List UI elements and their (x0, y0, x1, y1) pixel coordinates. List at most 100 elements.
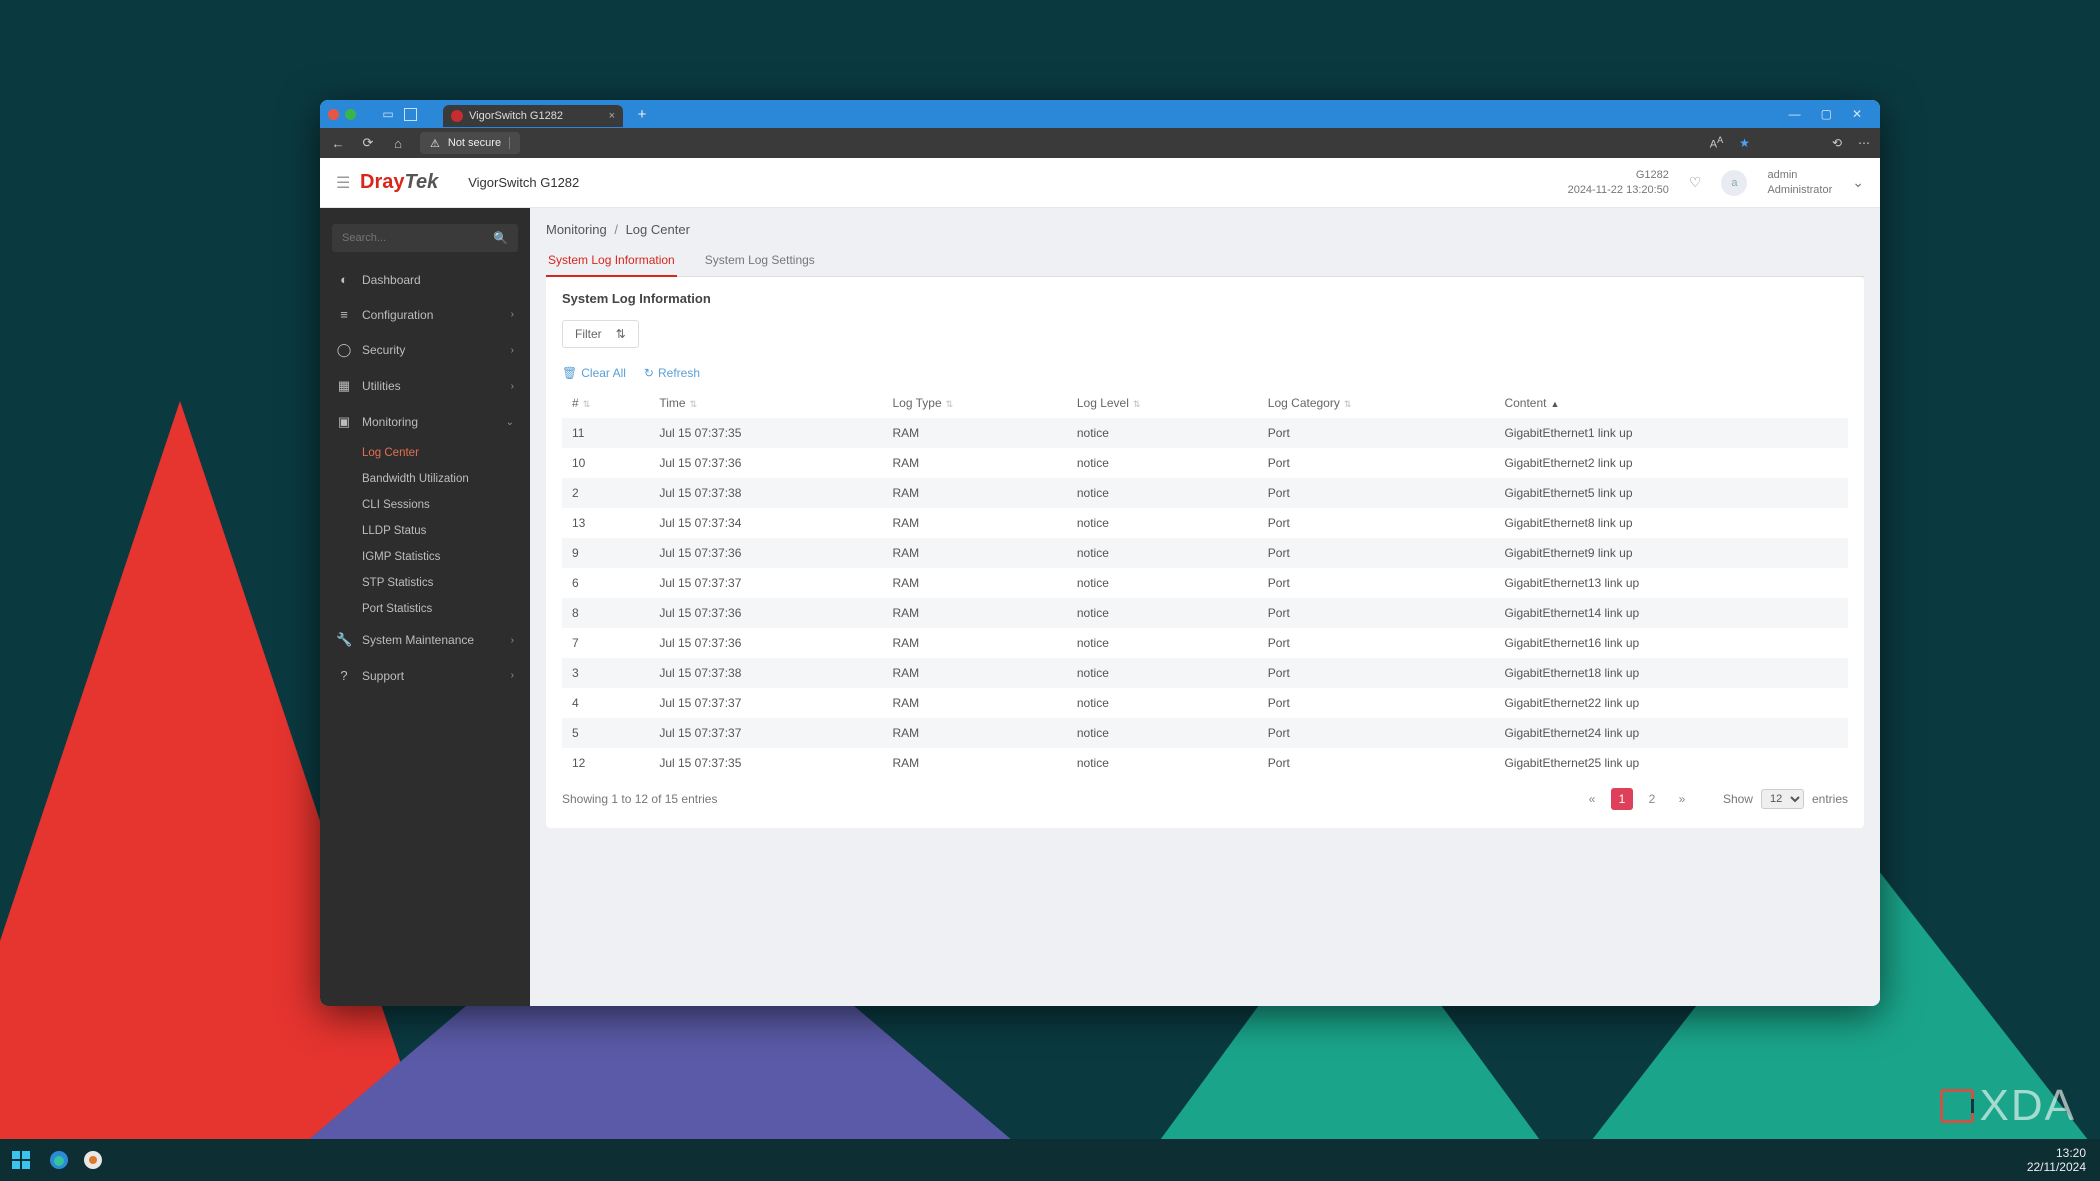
taskbar-edge-icon[interactable] (46, 1147, 72, 1173)
window-maximize-icon[interactable]: ▢ (1821, 107, 1832, 121)
col-num[interactable]: #⇅ (562, 388, 649, 418)
close-tab-icon[interactable]: × (609, 110, 615, 122)
table-row[interactable]: 11Jul 15 07:37:35RAMnoticePortGigabitEth… (562, 418, 1848, 448)
menu-toggle-icon[interactable]: ☰ (336, 173, 360, 193)
home-icon[interactable]: ⌂ (390, 136, 406, 151)
cell-time: Jul 15 07:37:38 (649, 478, 882, 508)
col-log-category[interactable]: Log Category⇅ (1258, 388, 1495, 418)
chevron-right-icon: › (511, 345, 514, 356)
sync-icon[interactable]: ⟲ (1832, 136, 1842, 150)
tab-overview-icon[interactable] (404, 108, 417, 121)
page-1[interactable]: 1 (1611, 788, 1633, 810)
crumb-monitoring[interactable]: Monitoring (546, 222, 607, 237)
table-row[interactable]: 13Jul 15 07:37:34RAMnoticePortGigabitEth… (562, 508, 1848, 538)
table-row[interactable]: 8Jul 15 07:37:36RAMnoticePortGigabitEthe… (562, 598, 1848, 628)
filter-button[interactable]: Filter ⇅ (562, 320, 639, 348)
breadcrumb: Monitoring / Log Center (546, 222, 1864, 237)
col-log-type[interactable]: Log Type⇅ (883, 388, 1067, 418)
favorite-icon[interactable]: ★ (1739, 136, 1750, 150)
text-size-icon[interactable]: AA (1710, 135, 1723, 151)
cell-cat: Port (1258, 418, 1495, 448)
sidebar-item-port[interactable]: Port Statistics (362, 596, 530, 622)
cell-content: GigabitEthernet16 link up (1494, 628, 1848, 658)
cell-type: RAM (883, 448, 1067, 478)
bell-icon[interactable]: ♡ (1689, 174, 1702, 191)
avatar[interactable]: a (1721, 170, 1747, 196)
sidebar-item-cli[interactable]: CLI Sessions (362, 492, 530, 518)
browser-tab[interactable]: VigorSwitch G1282 × (443, 105, 623, 127)
menu-icon[interactable]: ⋯ (1858, 136, 1870, 150)
cell-content: GigabitEthernet18 link up (1494, 658, 1848, 688)
app-header: ☰ DrayTek VigorSwitch G1282 G1282 2024-1… (320, 158, 1880, 208)
sidebar-item-support[interactable]: ? Support › (320, 658, 530, 693)
window-titlebar[interactable]: ▭ VigorSwitch G1282 × + — ▢ ✕ (320, 100, 1880, 128)
cell-cat: Port (1258, 598, 1495, 628)
table-row[interactable]: 2Jul 15 07:37:38RAMnoticePortGigabitEthe… (562, 478, 1848, 508)
sidebar-item-system-maintenance[interactable]: 🔧 System Maintenance › (320, 622, 530, 658)
page-next[interactable]: » (1671, 788, 1693, 810)
sidebar-item-lldp[interactable]: LLDP Status (362, 518, 530, 544)
taskbar-app-icon[interactable] (80, 1147, 106, 1173)
sidebar-item-bandwidth[interactable]: Bandwidth Utilization (362, 466, 530, 492)
search-icon[interactable]: 🔍 (493, 231, 508, 245)
tray-time: 13:20 (2027, 1146, 2086, 1160)
sidebar-item-security[interactable]: ◯ Security › (320, 332, 530, 368)
cell-content: GigabitEthernet8 link up (1494, 508, 1848, 538)
window-close-icon[interactable]: ✕ (1852, 107, 1862, 121)
refresh-link[interactable]: ↻Refresh (644, 366, 700, 380)
start-button[interactable] (8, 1147, 34, 1173)
page-prev[interactable]: « (1581, 788, 1603, 810)
filter-label: Filter (575, 327, 602, 341)
user-name: admin (1767, 168, 1832, 182)
table-row[interactable]: 4Jul 15 07:37:37RAMnoticePortGigabitEthe… (562, 688, 1848, 718)
cell-type: RAM (883, 478, 1067, 508)
sidebar-item-log-center[interactable]: Log Center (362, 440, 530, 466)
refresh-icon[interactable]: ⟳ (360, 135, 376, 151)
sidebar-item-monitoring[interactable]: ▣ Monitoring ⌄ (320, 404, 530, 440)
cell-type: RAM (883, 568, 1067, 598)
label: Clear All (581, 366, 626, 380)
search-input[interactable] (342, 232, 493, 244)
url-field[interactable]: ⚠ Not secure (420, 132, 520, 154)
cell-level: notice (1067, 718, 1258, 748)
sidebar-item-igmp[interactable]: IGMP Statistics (362, 544, 530, 570)
clear-all-link[interactable]: 🗑Clear All (562, 366, 626, 380)
table-row[interactable]: 12Jul 15 07:37:35RAMnoticePortGigabitEth… (562, 748, 1848, 778)
window-minimize-icon[interactable]: — (1789, 107, 1801, 121)
cell-n: 12 (562, 748, 649, 778)
table-row[interactable]: 7Jul 15 07:37:36RAMnoticePortGigabitEthe… (562, 628, 1848, 658)
col-log-level[interactable]: Log Level⇅ (1067, 388, 1258, 418)
tab-system-log-info[interactable]: System Log Information (546, 245, 677, 277)
new-tab-button[interactable]: + (629, 106, 655, 123)
cell-time: Jul 15 07:37:35 (649, 418, 882, 448)
cell-type: RAM (883, 418, 1067, 448)
table-row[interactable]: 5Jul 15 07:37:37RAMnoticePortGigabitEthe… (562, 718, 1848, 748)
sidebar-item-dashboard[interactable]: ◐ Dashboard (320, 262, 530, 297)
crumb-log-center: Log Center (626, 222, 690, 237)
page-2[interactable]: 2 (1641, 788, 1663, 810)
system-tray[interactable]: 13:20 22/11/2024 (2027, 1146, 2092, 1175)
table-row[interactable]: 6Jul 15 07:37:37RAMnoticePortGigabitEthe… (562, 568, 1848, 598)
chevron-right-icon: › (511, 635, 514, 646)
table-row[interactable]: 3Jul 15 07:37:38RAMnoticePortGigabitEthe… (562, 658, 1848, 688)
tab-actions-icon[interactable]: ▭ (378, 107, 398, 121)
windows-taskbar[interactable]: 13:20 22/11/2024 (0, 1139, 2100, 1181)
cell-n: 10 (562, 448, 649, 478)
table-row[interactable]: 9Jul 15 07:37:36RAMnoticePortGigabitEthe… (562, 538, 1848, 568)
mac-close-icon[interactable] (328, 109, 339, 120)
tab-system-log-settings[interactable]: System Log Settings (703, 245, 817, 276)
mac-min-icon[interactable] (345, 109, 356, 120)
col-content[interactable]: Content▲ (1494, 388, 1848, 418)
chevron-down-icon[interactable]: ⌄ (1852, 174, 1864, 191)
back-icon[interactable]: ← (330, 136, 346, 151)
sidebar-item-stp[interactable]: STP Statistics (362, 570, 530, 596)
sidebar-item-configuration[interactable]: ≡ Configuration › (320, 297, 530, 332)
cell-content: GigabitEthernet14 link up (1494, 598, 1848, 628)
table-row[interactable]: 10Jul 15 07:37:36RAMnoticePortGigabitEth… (562, 448, 1848, 478)
page-size-select[interactable]: 12 (1761, 789, 1804, 809)
sidebar-item-utilities[interactable]: ▦ Utilities › (320, 368, 530, 404)
col-time[interactable]: Time⇅ (649, 388, 882, 418)
sidebar-search[interactable]: 🔍 (332, 224, 518, 252)
cell-level: notice (1067, 658, 1258, 688)
cell-n: 6 (562, 568, 649, 598)
